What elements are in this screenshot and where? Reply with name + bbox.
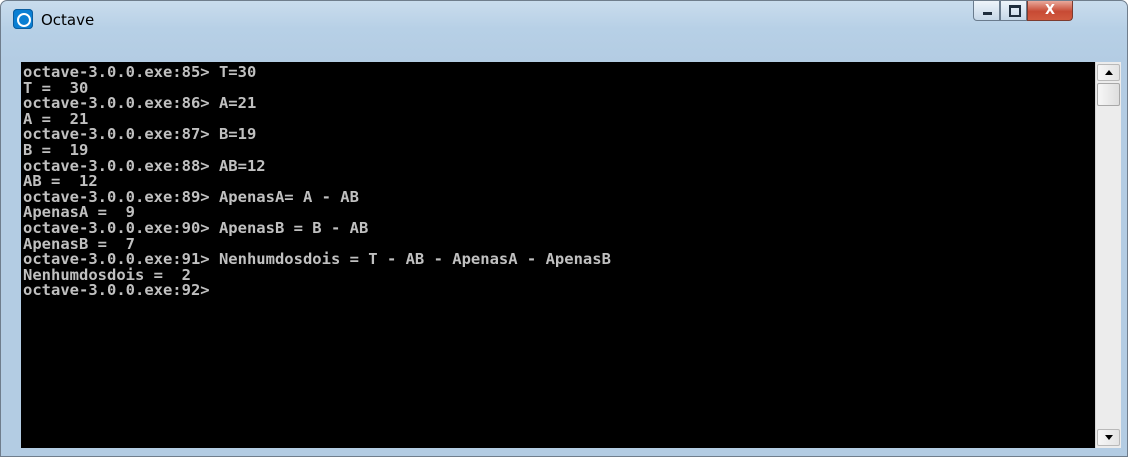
close-icon: X bbox=[1044, 3, 1056, 18]
window-title: Octave bbox=[41, 11, 95, 29]
maximize-button[interactable] bbox=[1000, 1, 1027, 21]
scroll-down-arrow-icon[interactable] bbox=[1097, 429, 1120, 446]
maximize-icon bbox=[1001, 1, 1026, 20]
console-output[interactable]: octave-3.0.0.exe:85> T=30 T = 30 octave-… bbox=[21, 62, 1095, 448]
title-bar[interactable]: Octave X bbox=[1, 1, 1127, 55]
scroll-thumb[interactable] bbox=[1097, 83, 1120, 106]
console-text: octave-3.0.0.exe:85> T=30 T = 30 octave-… bbox=[21, 62, 1095, 299]
minimize-button[interactable] bbox=[973, 1, 1000, 21]
minimize-icon bbox=[974, 1, 999, 20]
scroll-up-arrow-icon[interactable] bbox=[1097, 64, 1120, 81]
close-button[interactable]: X bbox=[1027, 1, 1073, 21]
octave-app-icon[interactable] bbox=[13, 9, 33, 29]
octave-window: Octave X octave-3.0.0.exe:85> T=30 T = 3… bbox=[0, 0, 1128, 457]
console-line: octave-3.0.0.exe:92> bbox=[23, 281, 210, 300]
vertical-scrollbar[interactable] bbox=[1095, 62, 1121, 448]
